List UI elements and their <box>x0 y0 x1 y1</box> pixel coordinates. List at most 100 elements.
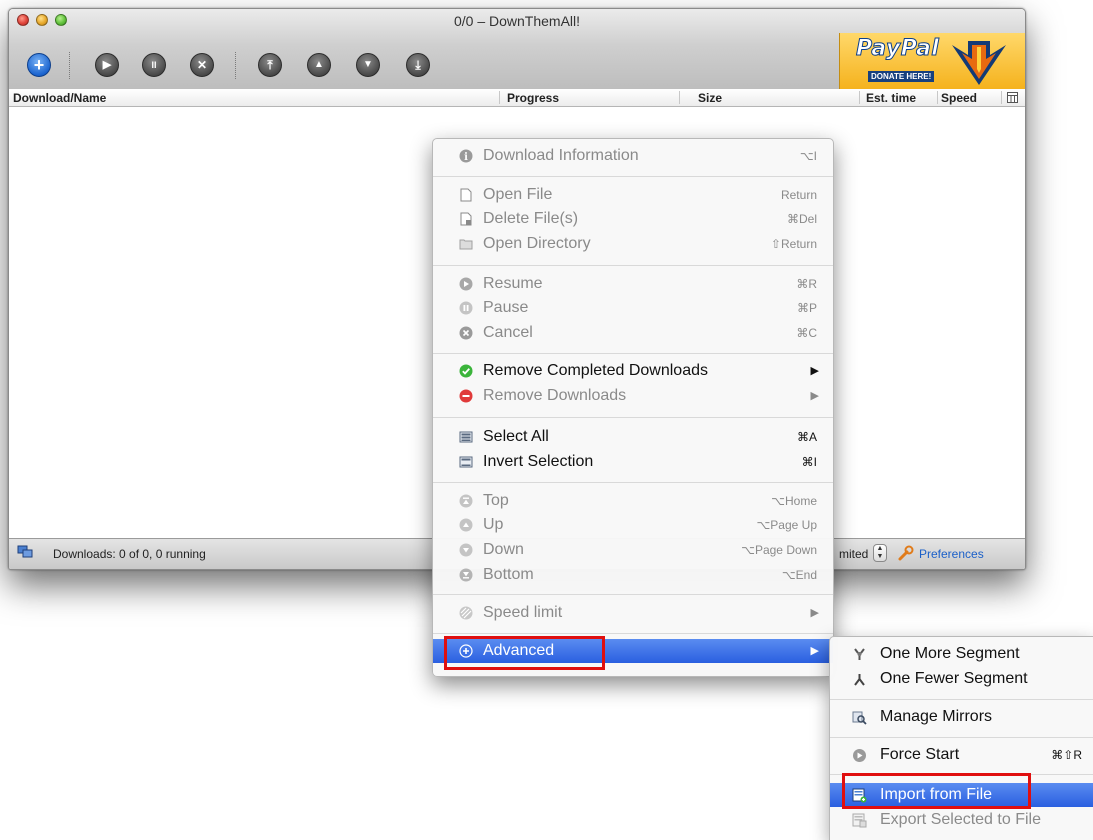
cancel-icon: ✕ <box>196 58 208 72</box>
menu-item-open-directory[interactable]: Open Directory ⇧Return <box>433 232 833 256</box>
menu-item-remove-downloads[interactable]: Remove Downloads ▶ <box>433 384 833 408</box>
move-up-icon: ▲ <box>314 59 324 70</box>
donate-arrow-icon <box>952 41 1006 85</box>
menu-item-up[interactable]: Up ⌥Page Up <box>433 513 833 537</box>
submenu-item-shortcut: ⌘⇧R <box>1051 748 1082 762</box>
menu-item-select-all[interactable]: Select All ⌘A <box>433 425 833 449</box>
import-highlight-box <box>842 773 1031 809</box>
menu-item-resume[interactable]: Resume ⌘R <box>433 272 833 296</box>
menu-separator <box>433 176 833 177</box>
menu-item-shortcut: ⌥End <box>781 568 817 582</box>
menu-item-label: Up <box>483 516 504 533</box>
menu-separator <box>433 482 833 483</box>
menu-item-shortcut: ⌘Del <box>786 212 817 226</box>
menu-item-cancel[interactable]: Cancel ⌘C <box>433 321 833 345</box>
menu-item-shortcut: ⌘A <box>796 430 817 444</box>
menu-item-label: Open Directory <box>483 235 591 252</box>
pause-icon <box>459 301 473 315</box>
move-up-icon <box>459 518 473 532</box>
donate-label: DONATE HERE! <box>868 71 935 82</box>
mirrors-icon <box>852 710 867 725</box>
menu-item-label: Download Information <box>483 147 639 164</box>
submenu-item-label: Force Start <box>880 746 960 763</box>
submenu-arrow-icon: ▶ <box>810 645 819 657</box>
stepper-up-icon[interactable]: ▲ <box>877 545 884 552</box>
move-bottom-icon: ⤓ <box>415 58 421 72</box>
pause-button[interactable]: II <box>142 53 166 77</box>
menu-item-top[interactable]: Top ⌥Home <box>433 489 833 513</box>
paypal-donate-banner[interactable]: PayPal DONATE HERE! <box>839 33 1025 89</box>
info-icon: i <box>459 149 473 163</box>
menu-item-bottom[interactable]: Bottom ⌥End <box>433 563 833 587</box>
move-down-button[interactable]: ▼ <box>356 53 380 77</box>
menu-item-shortcut: ⇧Return <box>770 237 817 251</box>
menu-item-invert-selection[interactable]: Invert Selection ⌘I <box>433 450 833 474</box>
advanced-highlight-box <box>444 636 605 670</box>
svg-text:i: i <box>464 152 468 163</box>
submenu-item-force-start[interactable]: Force Start ⌘⇧R <box>830 743 1093 767</box>
menu-item-shortcut: Return <box>780 188 817 202</box>
move-bottom-button[interactable]: ⤓ <box>406 53 430 77</box>
menu-item-shortcut: ⌘C <box>796 326 817 340</box>
menu-item-label: Delete File(s) <box>483 210 579 227</box>
export-icon <box>852 813 867 828</box>
preferences-link[interactable]: Preferences <box>919 547 984 561</box>
column-header: Download/Name Progress Size Est. time Sp… <box>9 89 1025 107</box>
add-download-button[interactable]: + <box>27 53 51 77</box>
select-all-icon <box>459 430 473 444</box>
paypal-logo: PayPal <box>855 36 940 62</box>
menu-item-pause[interactable]: Pause ⌘P <box>433 296 833 320</box>
speed-limit-stepper[interactable]: ▲ ▼ <box>873 544 887 562</box>
play-icon: ▶ <box>102 58 112 71</box>
wrench-icon <box>898 545 914 561</box>
move-up-button[interactable]: ▲ <box>307 53 331 77</box>
cancel-button[interactable]: ✕ <box>190 53 214 77</box>
menu-item-label: Speed limit <box>483 604 563 621</box>
column-size[interactable]: Size <box>698 91 722 105</box>
submenu-item-label: Manage Mirrors <box>880 708 993 725</box>
column-divider <box>859 91 860 104</box>
menu-separator <box>433 353 833 354</box>
column-picker-icon[interactable] <box>1007 92 1018 103</box>
toolbar-separator <box>69 52 70 79</box>
title-bar: 0/0 – DownThemAll! + ▶ II ✕ ⤒ ▲ ▼ ⤓ PayP… <box>9 9 1025 90</box>
speed-limit-value: mited <box>839 547 869 561</box>
column-progress[interactable]: Progress <box>507 91 559 105</box>
menu-item-remove-completed-downloads[interactable]: Remove Completed Downloads ▶ <box>433 359 833 383</box>
menu-item-shortcut: ⌥Home <box>771 494 817 508</box>
document-icon <box>459 188 473 202</box>
resume-icon <box>459 277 473 291</box>
advanced-submenu: One More Segment One Fewer Segment Manag… <box>829 636 1093 840</box>
menu-item-down[interactable]: Down ⌥Page Down <box>433 538 833 562</box>
checkmark-icon <box>459 364 473 378</box>
column-download-name[interactable]: Download/Name <box>13 91 106 105</box>
menu-separator <box>433 417 833 418</box>
submenu-arrow-icon: ▶ <box>810 607 819 619</box>
downloads-status: Downloads: 0 of 0, 0 running <box>53 547 206 561</box>
submenu-item-one-more-segment[interactable]: One More Segment <box>830 642 1093 666</box>
column-speed[interactable]: Speed <box>941 91 977 105</box>
pause-icon: II <box>151 59 157 70</box>
force-start-icon <box>852 748 867 763</box>
remove-segment-icon <box>852 672 867 687</box>
column-est-time[interactable]: Est. time <box>866 91 916 105</box>
submenu-item-one-fewer-segment[interactable]: One Fewer Segment <box>830 667 1093 691</box>
move-top-button[interactable]: ⤒ <box>258 53 282 77</box>
resume-button[interactable]: ▶ <box>95 53 119 77</box>
move-down-icon <box>459 543 473 557</box>
menu-item-delete-files[interactable]: Delete File(s) ⌘Del <box>433 207 833 231</box>
stepper-down-icon[interactable]: ▼ <box>877 553 884 560</box>
plus-icon: + <box>33 55 45 75</box>
menu-separator <box>433 633 833 634</box>
menu-item-speed-limit[interactable]: Speed limit ▶ <box>433 601 833 625</box>
menu-item-label: Remove Completed Downloads <box>483 362 708 379</box>
menu-item-label: Remove Downloads <box>483 387 627 404</box>
menu-item-label: Bottom <box>483 566 534 583</box>
submenu-item-export-selected-to-file[interactable]: Export Selected to File <box>830 808 1093 832</box>
menu-item-open-file[interactable]: Open File Return <box>433 183 833 207</box>
menu-separator <box>830 737 1093 738</box>
toolbar-separator <box>235 52 236 79</box>
menu-item-download-information[interactable]: i Download Information ⌥I <box>433 144 833 168</box>
submenu-item-manage-mirrors[interactable]: Manage Mirrors <box>830 705 1093 729</box>
column-divider <box>499 91 500 104</box>
